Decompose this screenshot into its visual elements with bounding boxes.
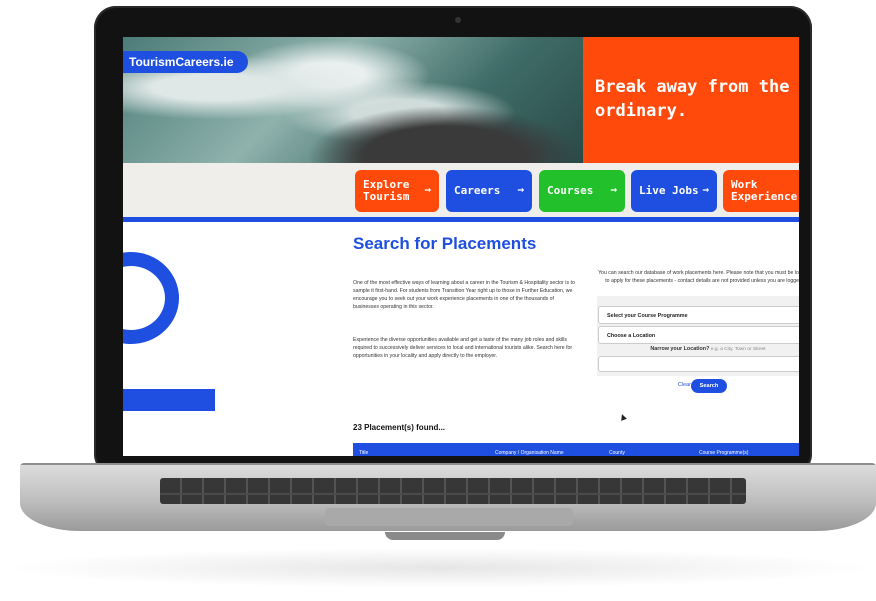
arrow-right-icon: → <box>610 183 617 196</box>
hero-tagline-panel: Break away from the ordinary. <box>583 37 799 163</box>
arrow-right-icon: → <box>517 183 524 196</box>
keyboard <box>160 478 746 504</box>
page-title: Search for Placements <box>353 234 537 253</box>
decorative-ring <box>123 252 179 344</box>
column-header[interactable]: Course Programme(s) <box>699 450 748 456</box>
narrow-label-text: Narrow your Location? <box>650 346 710 352</box>
site-logo[interactable]: TourismCareers.ie <box>123 51 248 73</box>
hero-tagline: Break away from the ordinary. <box>595 77 790 121</box>
webcam-icon <box>455 17 461 23</box>
select-value: Select your Course Programme <box>607 313 688 319</box>
location-select[interactable]: Choose a Location ⌄ <box>598 326 799 344</box>
mouse-pointer-icon <box>619 413 627 421</box>
results-count: 23 Placement(s) found... <box>353 423 446 432</box>
column-header[interactable]: Title <box>359 450 368 456</box>
nav-label: Work Experience <box>731 178 798 203</box>
search-note: You can search our database of work plac… <box>598 270 799 284</box>
browser-viewport: TourismCareers.ie Break away from the or… <box>123 37 799 456</box>
floor-shadow <box>0 548 876 588</box>
location-input[interactable] <box>598 356 799 372</box>
narrow-hint-text: e.g. a City, Town or Street <box>710 347 766 352</box>
nav-explore-tourism[interactable]: Explore Tourism → <box>355 170 439 212</box>
nav-divider <box>123 217 799 222</box>
nav-careers[interactable]: Careers → <box>446 170 532 212</box>
nav-label: Explore Tourism <box>363 178 410 203</box>
arrow-right-icon: → <box>702 183 709 196</box>
nav-label: Careers <box>454 184 501 197</box>
intro-paragraph-2: Experience the diverse opportunities ava… <box>353 337 573 359</box>
decorative-bar <box>123 389 215 411</box>
intro-paragraph-1: One of the most effective ways of learni… <box>353 280 575 310</box>
clear-link[interactable]: Clear <box>678 382 691 388</box>
column-header[interactable]: Company / Organisation Name <box>495 450 564 456</box>
results-table-header: Title Company / Organisation Name County… <box>353 443 799 456</box>
search-button[interactable]: Search <box>691 379 727 393</box>
nav-live-jobs[interactable]: Live Jobs → <box>631 170 717 212</box>
trackpad <box>325 508 573 526</box>
narrow-location-label: Narrow your Location? e.g. a City, Town … <box>598 346 799 352</box>
course-programme-select[interactable]: Select your Course Programme ⌄ <box>598 306 799 324</box>
select-value: Choose a Location <box>607 333 656 339</box>
nav-label: Courses <box>547 184 594 197</box>
nav-label: Live Jobs <box>639 184 699 197</box>
nav-courses[interactable]: Courses → <box>539 170 625 212</box>
column-header[interactable]: County <box>609 450 625 456</box>
keyboard-row-divider <box>160 493 746 495</box>
nav-work-experience[interactable]: Work Experience <box>723 170 799 212</box>
arrow-right-icon: → <box>424 183 431 196</box>
laptop-notch <box>385 532 505 540</box>
